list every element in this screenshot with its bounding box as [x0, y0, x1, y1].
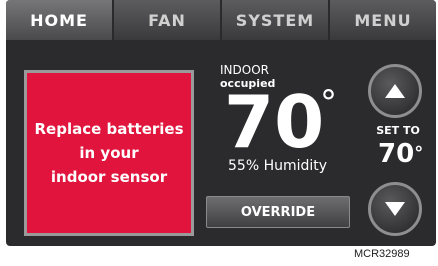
setpoint-value: 70° [378, 139, 423, 169]
indoor-label: INDOOR [220, 63, 269, 77]
tab-home[interactable]: HOME [6, 0, 114, 40]
figure-caption: MCR32989 [354, 248, 410, 260]
override-button[interactable]: OVERRIDE [206, 196, 350, 228]
temp-down-button[interactable] [368, 182, 422, 236]
alert-line-3: indoor sensor [50, 168, 168, 186]
indoor-temperature: 70 [224, 80, 325, 164]
thermostat-screen: HOME FAN SYSTEM MENU Replace batteries i… [6, 0, 436, 246]
temp-up-button[interactable] [368, 64, 422, 118]
setpoint-number: 70 [378, 139, 415, 169]
set-to-label: SET TO [376, 124, 420, 137]
tab-bar: HOME FAN SYSTEM MENU [6, 0, 436, 40]
alert-line-1: Replace batteries [34, 120, 184, 138]
battery-alert-panel[interactable]: Replace batteries in your indoor sensor [24, 70, 194, 236]
setpoint-degree-symbol: ° [414, 143, 424, 164]
tab-fan[interactable]: FAN [114, 0, 222, 40]
humidity-reading: 55% Humidity [228, 158, 328, 174]
arrow-down-icon [385, 202, 405, 216]
alert-line-2: in your [79, 144, 139, 162]
tab-menu[interactable]: MENU [330, 0, 436, 40]
tab-system[interactable]: SYSTEM [222, 0, 330, 40]
arrow-up-icon [385, 84, 405, 98]
indoor-degree-symbol: ° [320, 83, 337, 123]
